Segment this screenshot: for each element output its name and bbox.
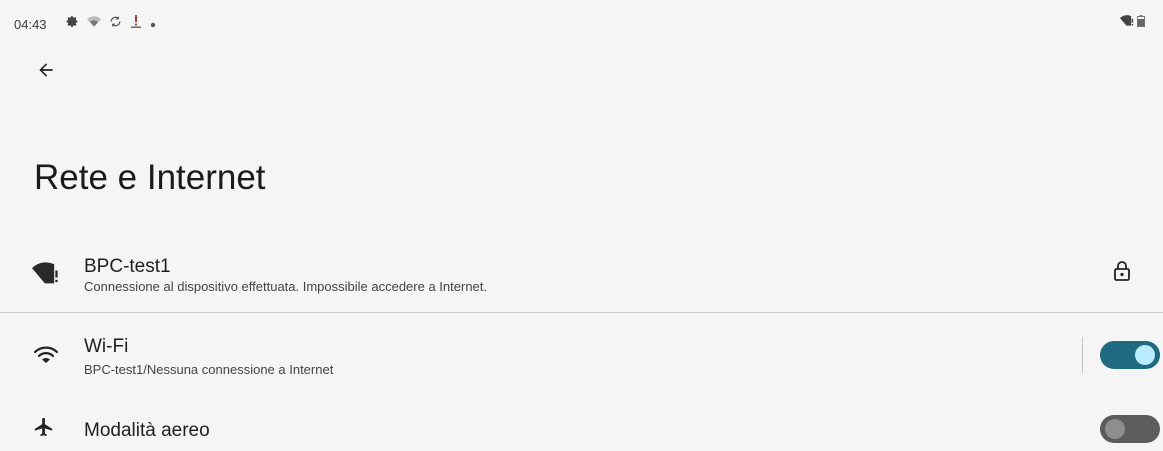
sync-icon <box>109 15 122 33</box>
status-bar: 04:43 <box>0 0 1163 40</box>
wifi-toggle[interactable] <box>1100 341 1160 369</box>
airplane-mode-title: Modalità aereo <box>84 420 210 441</box>
notification-dot-icon <box>150 15 156 33</box>
wifi-no-internet-icon <box>1120 14 1134 32</box>
wifi-no-internet-icon <box>32 262 60 291</box>
status-right-icons <box>1120 14 1145 32</box>
network-item-subtitle: Connessione al dispositivo effettuata. I… <box>84 279 487 294</box>
wifi-weak-icon <box>87 15 101 33</box>
wifi-item[interactable]: Wi-Fi BPC-test1/Nessuna connessione a In… <box>0 328 1163 384</box>
page-title: Rete e Internet <box>34 158 266 197</box>
status-time: 04:43 <box>14 17 47 32</box>
settings-gear-icon <box>66 15 79 33</box>
wifi-item-title: Wi-Fi <box>84 336 129 357</box>
lock-icon <box>1112 260 1132 287</box>
arrow-left-icon <box>36 60 56 85</box>
wifi-item-subtitle: BPC-test1/Nessuna connessione a Internet <box>84 362 334 377</box>
network-item-bpc-test1[interactable]: BPC-test1 Connessione al dispositivo eff… <box>0 246 1163 310</box>
toggle-knob <box>1135 345 1155 365</box>
battery-icon <box>1137 14 1145 32</box>
section-divider <box>0 312 1163 313</box>
wifi-icon <box>33 344 59 371</box>
airplane-mode-toggle[interactable] <box>1100 415 1160 443</box>
status-icons <box>66 14 156 33</box>
back-button[interactable] <box>30 58 62 86</box>
toggle-knob <box>1105 419 1125 439</box>
airplane-mode-item[interactable]: Modalità aereo <box>0 404 1163 451</box>
airplane-icon <box>33 416 55 443</box>
wifi-toggle-divider <box>1082 337 1083 373</box>
download-alert-icon <box>130 14 142 33</box>
network-item-title: BPC-test1 <box>84 256 171 277</box>
